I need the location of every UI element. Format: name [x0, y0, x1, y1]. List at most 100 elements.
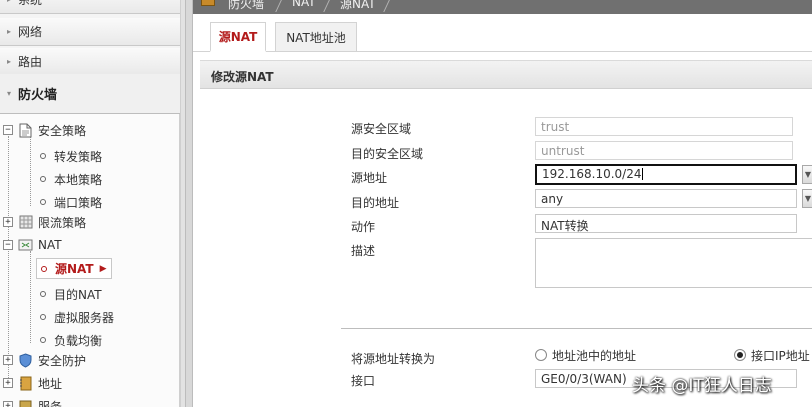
- description-label: 描述: [351, 244, 376, 258]
- dst-addr-label: 目的地址: [351, 196, 400, 210]
- panel-splitter[interactable]: [185, 0, 193, 407]
- collapse-arrow-icon: ▸: [0, 0, 18, 4]
- bullet-icon: [40, 314, 46, 320]
- expand-toggle-icon[interactable]: +: [3, 217, 13, 227]
- collapse-toggle-icon[interactable]: −: [3, 125, 13, 135]
- bullet-icon: [40, 153, 46, 159]
- breadcrumb-source-nat: 源NAT: [340, 0, 376, 11]
- src-addr-label: 源地址: [351, 171, 388, 185]
- dst-addr-input[interactable]: any: [535, 189, 797, 208]
- tree-item-address[interactable]: + 地址: [3, 373, 62, 393]
- firewall-tree: − 安全策略 转发策略 本地策略 端口策略 + 限流策略 − NAT 源NAT …: [0, 114, 180, 407]
- tree-item-dest-nat[interactable]: 目的NAT: [40, 284, 102, 304]
- breadcrumb-separator: [374, 0, 392, 12]
- menu-item-label: 防火墙: [18, 88, 58, 103]
- breadcrumb-separator: [314, 0, 332, 12]
- tree-item-label: NAT: [38, 238, 62, 252]
- radio-label: 接口IP地址: [751, 348, 810, 363]
- tree-item-label: 限流策略: [38, 215, 87, 230]
- src-addr-dropdown-button[interactable]: ▼: [802, 165, 812, 184]
- tree-item-source-nat[interactable]: 源NAT ▶: [36, 258, 112, 279]
- tree-item-security-protection[interactable]: + 安全防护: [3, 350, 86, 370]
- shield-icon: [18, 352, 33, 368]
- tree-item-nat[interactable]: − NAT: [3, 235, 62, 255]
- tree-item-label: 安全策略: [38, 123, 87, 138]
- expand-arrow-icon: ▾: [6, 89, 11, 98]
- radio-button[interactable]: [535, 349, 547, 361]
- tree-item-local-policy[interactable]: 本地策略: [40, 169, 102, 189]
- bullet-icon: [40, 176, 46, 182]
- tree-item-label: 本地策略: [54, 172, 103, 187]
- dst-addr-dropdown-button[interactable]: ▼: [802, 189, 812, 208]
- expand-toggle-icon[interactable]: +: [3, 378, 13, 388]
- tree-item-label: 负载均衡: [54, 333, 103, 348]
- breadcrumb-separator: [266, 0, 284, 12]
- collapse-arrow-icon: ▸: [6, 57, 11, 66]
- tree-item-label: 目的NAT: [54, 287, 102, 302]
- radio-button-checked[interactable]: [734, 349, 746, 361]
- watermark: 头条 @IT狂人日志: [632, 376, 772, 396]
- menu-item-label: 系统: [18, 0, 43, 7]
- document-icon: [18, 123, 33, 138]
- sidebar: ▸ 系统 ▸ 网络 ▸ 路由 ▾ 防火墙 − 安全策略: [0, 0, 185, 407]
- bullet-icon: [41, 265, 47, 272]
- tree-item-label: 转发策略: [54, 149, 103, 164]
- tree-item-label: 服务: [38, 399, 63, 407]
- dst-zone-field: untrust: [535, 141, 793, 160]
- tree-item-label: 端口策略: [54, 195, 103, 210]
- tab-source-nat[interactable]: 源NAT: [210, 22, 266, 52]
- dst-zone-label: 目的安全区域: [351, 147, 424, 161]
- tree-item-label: 源NAT: [55, 262, 94, 276]
- tree-connector: [30, 251, 31, 343]
- chevron-down-icon: ▼: [804, 194, 812, 203]
- selected-arrow-icon: ▶: [99, 263, 107, 274]
- tree-item-label: 地址: [38, 376, 63, 391]
- src-zone-label: 源安全区域: [351, 122, 412, 136]
- action-label: 动作: [351, 220, 376, 234]
- menu-item-routing[interactable]: ▸ 路由: [0, 48, 185, 76]
- tree-item-security-policy[interactable]: − 安全策略: [3, 120, 86, 140]
- description-textarea[interactable]: [535, 238, 812, 288]
- tab-bar: 源NAT NAT地址池: [193, 22, 812, 52]
- menu-item-system[interactable]: ▸ 系统: [0, 0, 185, 14]
- menu-item-firewall[interactable]: ▾ 防火墙: [0, 74, 185, 114]
- grid-icon: [18, 215, 33, 230]
- menu-item-network[interactable]: ▸ 网络: [0, 18, 185, 46]
- collapse-toggle-icon[interactable]: −: [3, 240, 13, 250]
- translate-label: 将源地址转换为: [351, 352, 436, 366]
- tree-item-service[interactable]: + 服务: [3, 396, 62, 407]
- tree-item-load-balance[interactable]: 负载均衡: [40, 330, 102, 350]
- chevron-down-icon: ▼: [804, 170, 812, 179]
- address-book-icon: [18, 376, 33, 391]
- text-cursor: [642, 168, 644, 180]
- tree-item-label: 安全防护: [38, 353, 87, 368]
- tree-item-forward-policy[interactable]: 转发策略: [40, 146, 102, 166]
- interface-label: 接口: [351, 374, 376, 388]
- bullet-icon: [40, 337, 46, 343]
- service-icon: [18, 399, 33, 407]
- section-title: 修改源NAT: [200, 60, 812, 89]
- home-icon: [201, 0, 215, 6]
- tree-item-port-policy[interactable]: 端口策略: [40, 192, 102, 212]
- tab-nat-pool[interactable]: NAT地址池: [275, 22, 357, 52]
- bullet-icon: [40, 199, 46, 205]
- collapse-arrow-icon: ▸: [6, 27, 11, 36]
- action-select[interactable]: NAT转换: [535, 214, 797, 233]
- expand-toggle-icon[interactable]: +: [3, 401, 13, 407]
- breadcrumb-nat[interactable]: NAT: [292, 0, 316, 9]
- radio-option-pool[interactable]: 地址池中的地址: [535, 347, 636, 363]
- radio-option-interface-ip[interactable]: 接口IP地址: [734, 347, 810, 363]
- tree-connector: [8, 136, 9, 386]
- nat-icon: [18, 238, 33, 253]
- main-panel: 防火墙 NAT 源NAT 源NAT NAT地址池 修改源NAT 源安全区域 tr…: [193, 0, 812, 407]
- form-divider: [341, 328, 812, 329]
- src-addr-input[interactable]: 192.168.10.0/24: [535, 164, 797, 185]
- src-zone-field: trust: [535, 117, 793, 136]
- tree-item-virtual-server[interactable]: 虚拟服务器: [40, 307, 114, 327]
- tree-item-label: 虚拟服务器: [54, 310, 115, 325]
- radio-label: 地址池中的地址: [552, 348, 637, 363]
- expand-toggle-icon[interactable]: +: [3, 355, 13, 365]
- tree-item-rate-limit[interactable]: + 限流策略: [3, 212, 86, 232]
- src-addr-value: 192.168.10.0/24: [542, 167, 642, 181]
- breadcrumb-firewall[interactable]: 防火墙: [228, 0, 264, 12]
